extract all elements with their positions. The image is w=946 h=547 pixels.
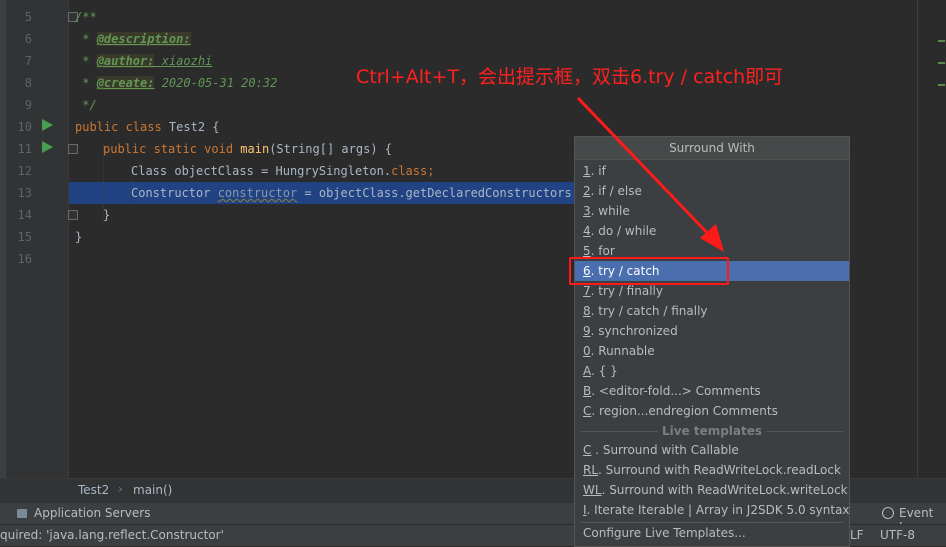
stripe-mark[interactable] xyxy=(938,62,945,64)
code-line: * @create: 2020-05-31 20:32 xyxy=(75,76,278,90)
line-number: 16 xyxy=(17,252,32,266)
line-number: 10 xyxy=(17,120,32,134)
template-callable[interactable]: C . Surround with Callable xyxy=(575,440,849,460)
run-class-icon[interactable] xyxy=(42,119,53,131)
line-number: 15 xyxy=(17,230,32,244)
application-servers-tab[interactable]: Application Servers xyxy=(34,506,150,520)
template-writelock[interactable]: WL. Surround with ReadWriteLock.writeLoc… xyxy=(575,480,849,500)
highlight-box xyxy=(569,257,729,285)
line-number: 8 xyxy=(24,76,32,90)
breadcrumb-class[interactable]: Test2 xyxy=(78,483,109,497)
right-margin-guide xyxy=(917,0,918,478)
code-line: Class objectClass = HungrySingleton.clas… xyxy=(131,164,435,178)
status-message: quired: 'java.lang.reflect.Constructor' xyxy=(0,528,224,542)
stripe-mark[interactable] xyxy=(938,84,945,86)
menu-item-if-else[interactable]: 2. if / else xyxy=(575,181,849,201)
code-line: /** xyxy=(75,10,97,24)
code-line: } xyxy=(75,230,83,244)
template-iterate[interactable]: I. Iterate Iterable | Array in J2SDK 5.0… xyxy=(575,500,849,520)
annotation-text: Ctrl+Alt+T，会出提示框，双击6.try / catch即可 xyxy=(356,66,784,88)
breadcrumb-separator: › xyxy=(118,482,123,496)
code-line: } xyxy=(103,208,111,222)
line-number: 13 xyxy=(17,186,32,200)
editor-gutter: 5 6 7 8 9 10 11 12 13 14 15 16 xyxy=(6,0,78,478)
code-line: public static void main(String[] args) { xyxy=(103,142,393,156)
breadcrumb-method[interactable]: main() xyxy=(133,483,172,497)
menu-item-try-catch-finally[interactable]: 8. try / catch / finally xyxy=(575,301,849,321)
live-templates-header: Live templates xyxy=(575,422,849,440)
encoding-indicator[interactable]: UTF-8 xyxy=(880,528,915,542)
error-stripe[interactable] xyxy=(935,0,946,478)
line-number: 14 xyxy=(17,208,32,222)
line-number: 9 xyxy=(24,98,32,112)
menu-item-while[interactable]: 3. while xyxy=(575,201,849,221)
surround-with-popup[interactable]: Surround With 1. if 2. if / else 3. whil… xyxy=(574,136,850,547)
configure-live-templates[interactable]: Configure Live Templates... xyxy=(575,523,849,543)
line-separator-indicator[interactable]: LF xyxy=(850,528,864,542)
code-line: * @description: xyxy=(75,32,191,46)
menu-item-if[interactable]: 1. if xyxy=(575,161,849,181)
menu-item-editor-fold[interactable]: B. <editor-fold...> Comments xyxy=(575,381,849,401)
menu-item-braces[interactable]: A. { } xyxy=(575,361,849,381)
line-number: 7 xyxy=(24,54,32,68)
line-number: 5 xyxy=(24,10,32,24)
code-line-selected: Constructor constructor = objectClass.ge… xyxy=(131,186,587,200)
code-line: */ xyxy=(75,98,97,112)
template-readlock[interactable]: RL. Surround with ReadWriteLock.readLock xyxy=(575,460,849,480)
run-main-icon[interactable] xyxy=(42,141,53,153)
event-log-icon xyxy=(882,507,894,519)
menu-item-runnable[interactable]: 0. Runnable xyxy=(575,341,849,361)
server-icon xyxy=(17,509,27,518)
code-line: * @author: xiaozhi xyxy=(75,54,213,68)
menu-item-region[interactable]: C. region...endregion Comments xyxy=(575,401,849,421)
line-number: 12 xyxy=(17,164,32,178)
menu-item-synchronized[interactable]: 9. synchronized xyxy=(575,321,849,341)
stripe-mark[interactable] xyxy=(938,40,945,42)
line-number: 6 xyxy=(24,32,32,46)
menu-item-do-while[interactable]: 4. do / while xyxy=(575,221,849,241)
line-number: 11 xyxy=(17,142,32,156)
code-line: public class Test2 { xyxy=(75,120,220,134)
popup-title: Surround With xyxy=(575,137,849,160)
